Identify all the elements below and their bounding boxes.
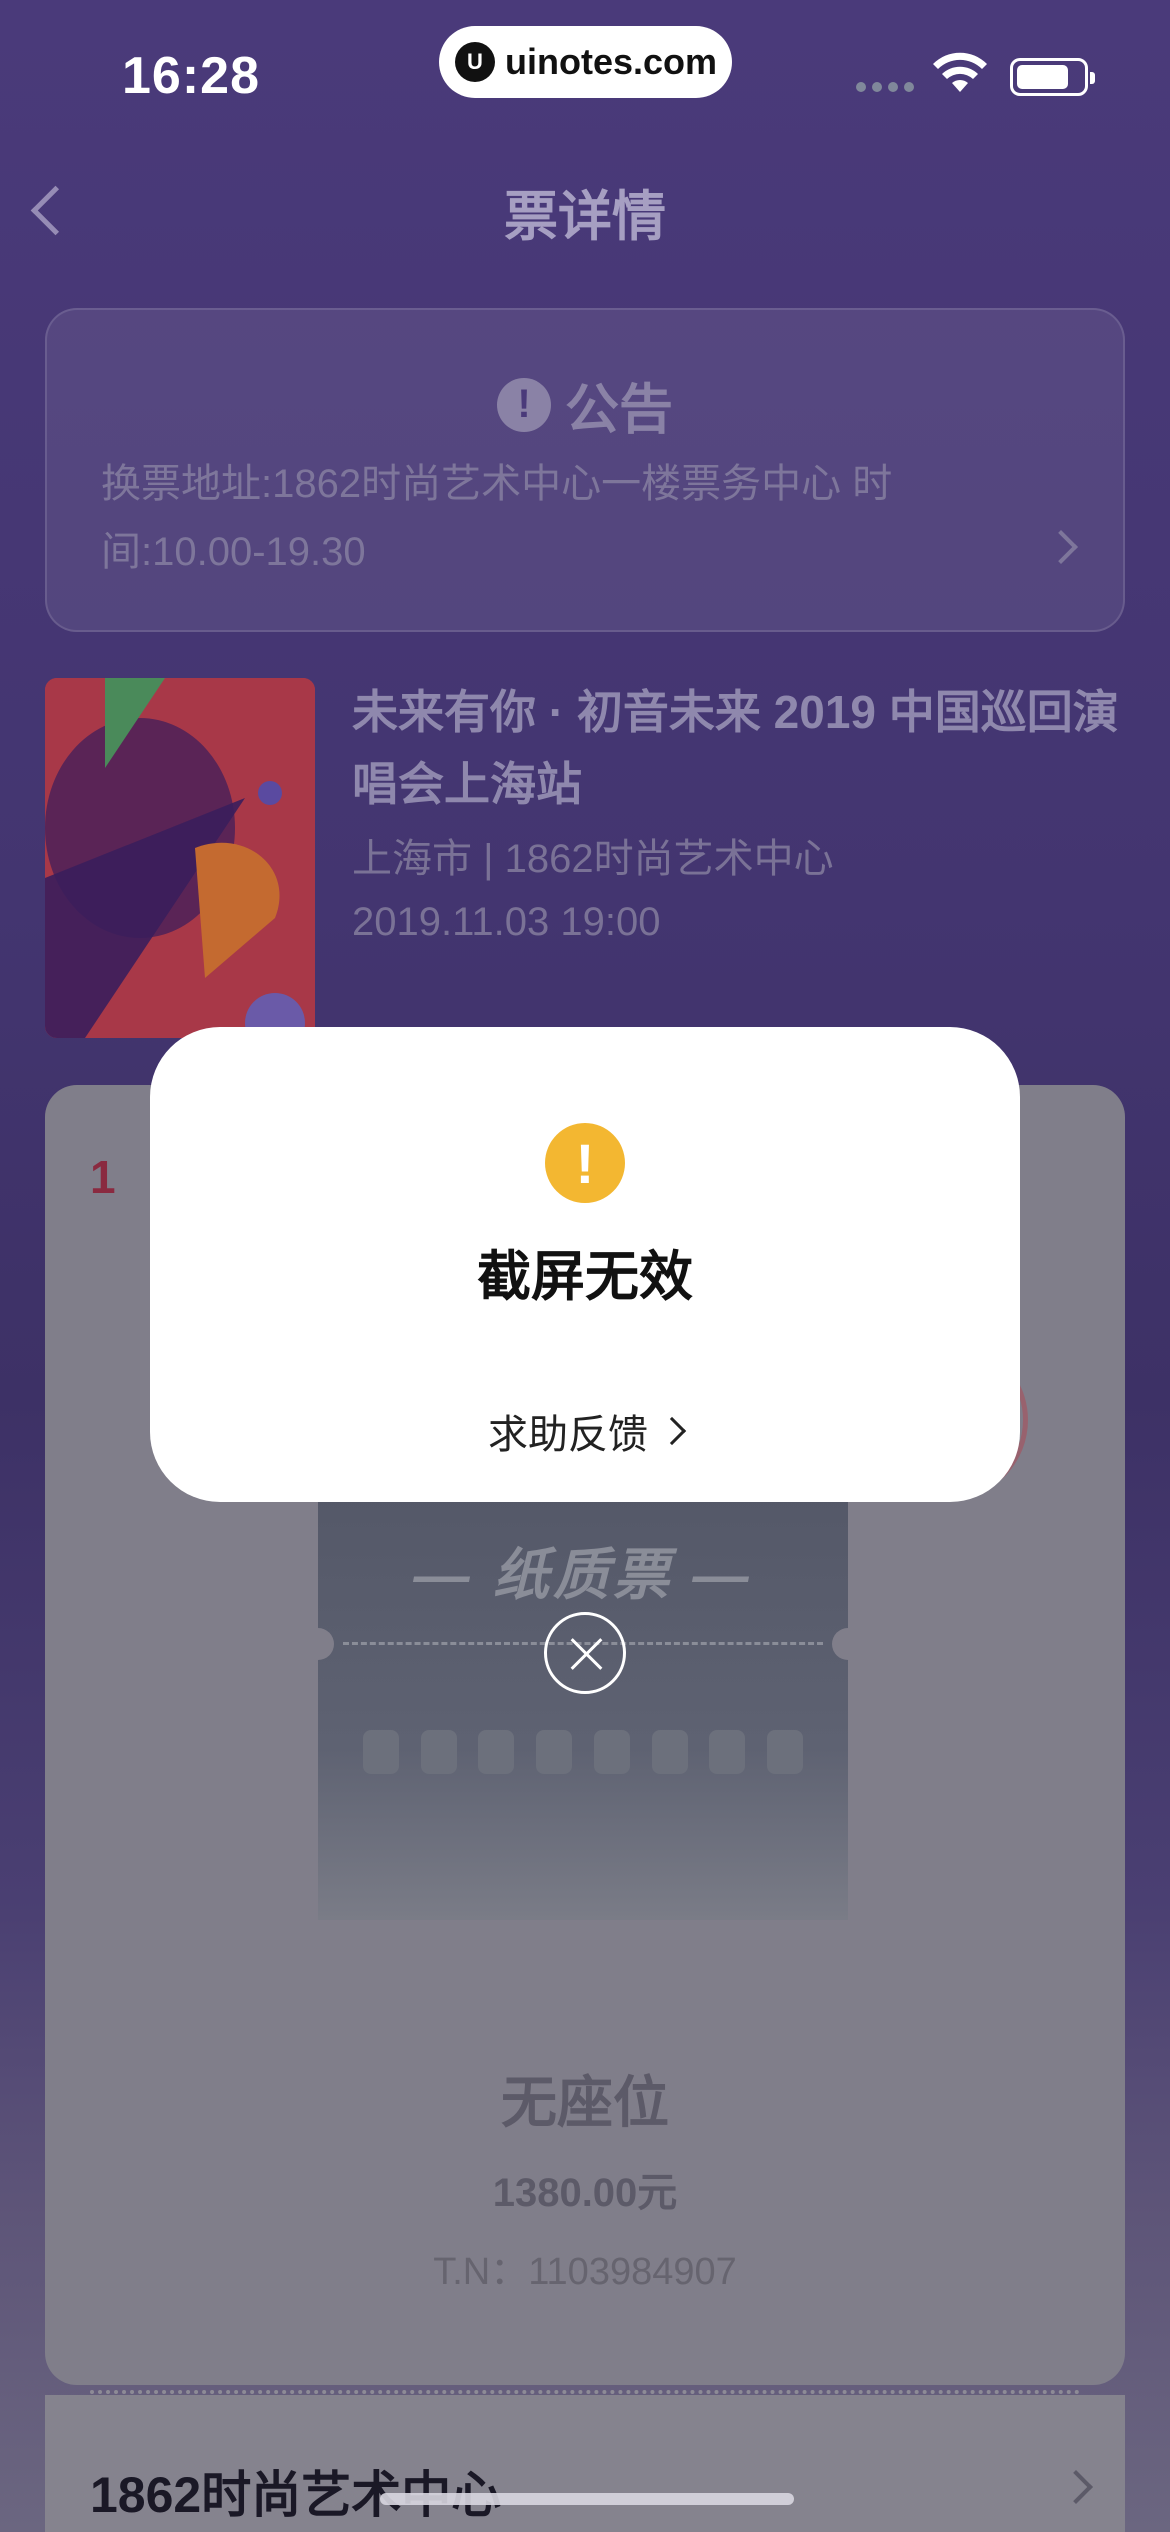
event-venue: 上海市 | 1862时尚艺术中心 xyxy=(352,837,834,881)
warning-icon: ! xyxy=(545,1123,625,1203)
poster-art-icon xyxy=(45,678,315,1038)
paper-ticket-label: — 纸质票 — xyxy=(413,1543,753,1606)
notice-title: 公告 xyxy=(565,380,673,440)
status-time: 16:28 xyxy=(122,47,260,105)
venue-name: 1862时尚艺术中心 xyxy=(90,2467,502,2523)
dialog-title: 截屏无效 xyxy=(477,1247,693,1307)
battery-icon xyxy=(1010,58,1095,96)
feedback-link[interactable]: 求助反馈 xyxy=(150,1402,1020,1460)
ticket-detail-screen: 16:28 U uinotes.com 票详情 ! 公告 换票地址:1862时尚… xyxy=(0,0,1170,2532)
event-poster xyxy=(45,678,315,1038)
paper-ticket-graphic: — 纸质票 — xyxy=(302,1490,864,1920)
card-divider xyxy=(90,2390,1080,2394)
wifi-icon xyxy=(933,52,987,92)
url-pill: U uinotes.com xyxy=(439,26,732,98)
ticket-notch-right xyxy=(832,1628,864,1660)
ticket-perforation xyxy=(363,1730,803,1774)
feedback-link-label: 求助反馈 xyxy=(488,1413,648,1457)
exclamation-icon: ! xyxy=(497,377,551,432)
chevron-right-icon xyxy=(1044,530,1078,564)
close-dialog-button[interactable] xyxy=(544,1612,626,1694)
notice-card[interactable]: ! 公告 换票地址:1862时尚艺术中心一楼票务中心 时间:10.00-19.3… xyxy=(45,308,1125,632)
event-title: 未来有你 · 初音未来 2019 中国巡回演唱会上海站 xyxy=(352,686,1119,810)
ticket-red-mark: 1 xyxy=(90,1151,116,1203)
ticket-price: 1380.00元 xyxy=(492,2171,678,2215)
screenshot-invalid-dialog: ! 截屏无效 求助反馈 xyxy=(150,1027,1020,1502)
url-text: uinotes.com xyxy=(505,41,718,82)
event-datetime: 2019.11.03 19:00 xyxy=(352,900,661,944)
cellular-signal-icon xyxy=(856,82,914,92)
seat-info: 无座位 xyxy=(501,2071,669,2134)
ticket-notch-left xyxy=(302,1628,334,1660)
ticket-number: T.N：1103984907 xyxy=(433,2251,737,2293)
uinotes-logo-icon: U xyxy=(455,42,495,82)
notice-header: ! 公告 xyxy=(47,365,1123,444)
notice-body: 换票地址:1862时尚艺术中心一楼票务中心 时间:10.00-19.30 xyxy=(101,462,893,574)
page-title: 票详情 xyxy=(504,187,666,247)
chevron-right-icon xyxy=(657,1416,687,1446)
home-indicator xyxy=(380,2493,794,2505)
